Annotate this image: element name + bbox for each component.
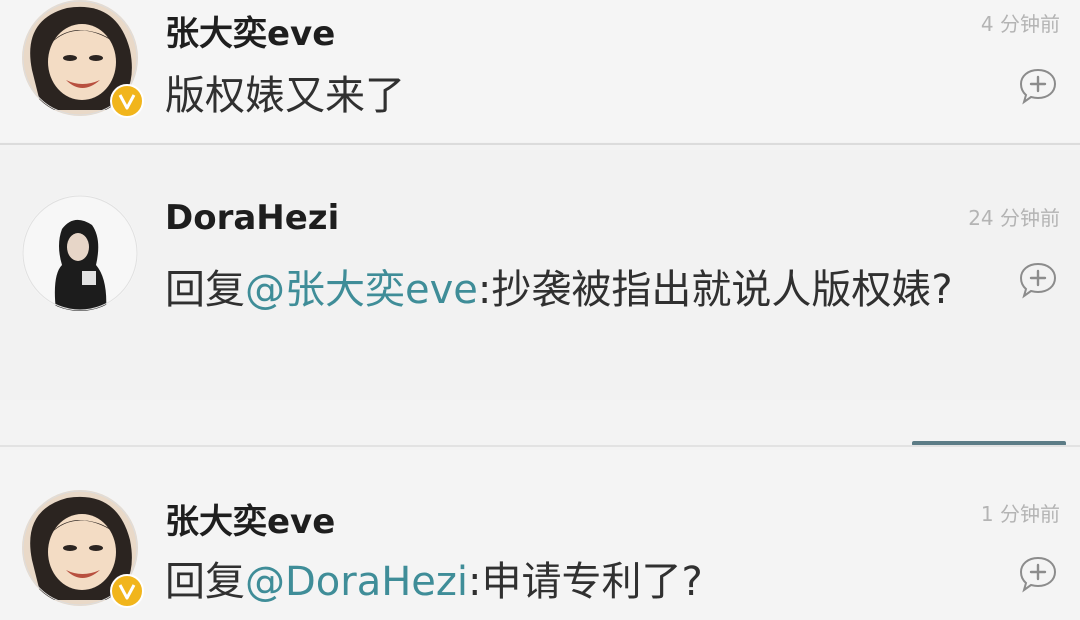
divider: [0, 143, 1080, 145]
verified-v-badge-icon: [110, 574, 144, 608]
comment-plus-icon[interactable]: [1018, 554, 1058, 594]
reply-text: :抄袭被指出就说人版权婊?: [477, 267, 953, 313]
comment-text: 回复@张大奕eve:抄袭被指出就说人版权婊?: [165, 260, 955, 320]
comment-text: 版权婊又来了: [165, 73, 405, 119]
comment-item: 张大奕eve 4 分钟前 版权婊又来了: [0, 0, 1080, 142]
avatar-photo-icon: [22, 195, 138, 311]
divider: [0, 445, 1080, 447]
reply-prefix: 回复: [165, 267, 245, 313]
comment-plus-icon[interactable]: [1018, 66, 1058, 106]
avatar[interactable]: [22, 0, 144, 118]
comment-username[interactable]: 张大奕eve: [165, 494, 335, 543]
mention-link[interactable]: @DoraHezi: [245, 559, 468, 605]
avatar[interactable]: [22, 195, 138, 311]
comment-plus-icon[interactable]: [1018, 260, 1058, 300]
verified-v-badge-icon: [110, 84, 144, 118]
comment-text: 回复@DoraHezi:申请专利了?: [165, 552, 965, 612]
comment-timestamp: 1 分钟前: [980, 502, 1060, 526]
comment-timestamp: 24 分钟前: [968, 206, 1060, 230]
avatar[interactable]: [22, 490, 144, 608]
comment-username[interactable]: 张大奕eve: [165, 6, 335, 55]
reply-text: :申请专利了?: [468, 559, 703, 605]
mention-link[interactable]: @张大奕eve: [245, 267, 478, 313]
reply-prefix: 回复: [165, 559, 245, 605]
comment-timestamp: 4 分钟前: [980, 12, 1060, 36]
comment-username[interactable]: DoraHezi: [165, 198, 339, 238]
comment-feed: 张大奕eve 4 分钟前 版权婊又来了 DoraHezi 24 分钟前 回复@张: [0, 0, 1080, 620]
